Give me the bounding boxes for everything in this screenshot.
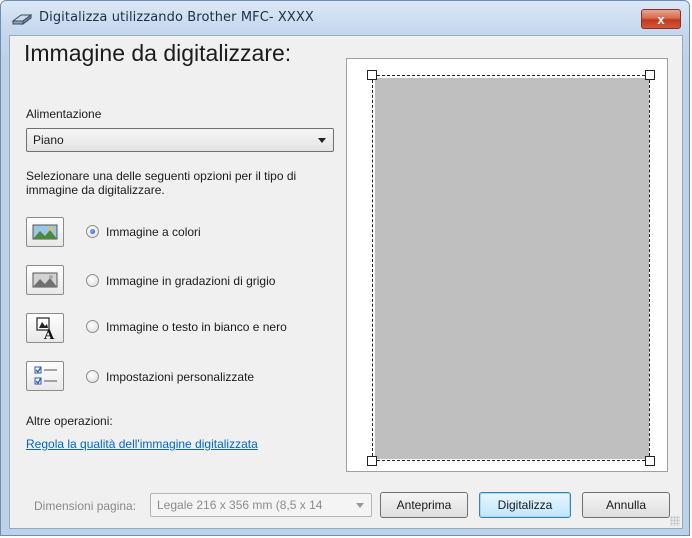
custom-settings-radio[interactable] — [86, 370, 99, 383]
crop-handle-bottom-right[interactable] — [645, 456, 655, 466]
page-size-value: Legale 216 x 356 mm (8,5 x 14 — [157, 498, 323, 512]
svg-text:A: A — [43, 328, 55, 342]
scanner-icon — [11, 14, 33, 25]
resize-grip[interactable] — [670, 516, 680, 526]
black-white-label[interactable]: Immagine o testo in bianco e nero — [106, 320, 287, 334]
page-size-label: Dimensioni pagina: — [34, 499, 137, 513]
cancel-button[interactable]: Annulla — [582, 492, 670, 518]
custom-settings-label[interactable]: Impostazioni personalizzate — [106, 370, 254, 384]
color-picture-icon[interactable] — [26, 217, 64, 247]
close-icon: x — [657, 12, 665, 27]
source-label: Alimentazione — [26, 107, 102, 121]
scan-button[interactable]: Digitalizza — [479, 492, 571, 518]
custom-settings-icon[interactable] — [26, 361, 64, 391]
color-image-radio[interactable] — [86, 225, 99, 238]
black-white-text-icon[interactable]: A — [26, 313, 64, 343]
option-description: Selezionare una delle seguenti opzioni p… — [26, 169, 297, 197]
grayscale-image-radio[interactable] — [86, 274, 99, 287]
source-select-value: Piano — [33, 133, 64, 147]
preview-button[interactable]: Anteprima — [380, 492, 468, 518]
other-operations-label: Altre operazioni: — [26, 414, 113, 428]
chevron-down-icon — [356, 503, 364, 508]
crop-handle-top-right[interactable] — [645, 70, 655, 80]
page-title: Immagine da digitalizzare: — [24, 40, 292, 66]
scan-area-selection[interactable] — [372, 75, 650, 461]
crop-handle-top-left[interactable] — [367, 70, 377, 80]
black-white-radio[interactable] — [86, 320, 99, 333]
page-size-select[interactable]: Legale 216 x 356 mm (8,5 x 14 — [150, 493, 372, 517]
crop-handle-bottom-left[interactable] — [367, 456, 377, 466]
chevron-down-icon — [318, 138, 326, 143]
window-title: Digitalizza utilizzando Brother MFC- XXX… — [39, 10, 314, 25]
grayscale-picture-icon[interactable] — [26, 265, 64, 295]
source-select[interactable]: Piano — [26, 128, 334, 152]
title-bar[interactable]: Digitalizza utilizzando Brother MFC- XXX… — [1, 1, 689, 35]
adjust-quality-link[interactable]: Regola la qualità dell'immagine digitali… — [26, 437, 258, 451]
grayscale-image-label[interactable]: Immagine in gradazioni di grigio — [106, 274, 275, 288]
close-button[interactable]: x — [641, 9, 681, 29]
color-image-label[interactable]: Immagine a colori — [106, 225, 201, 239]
